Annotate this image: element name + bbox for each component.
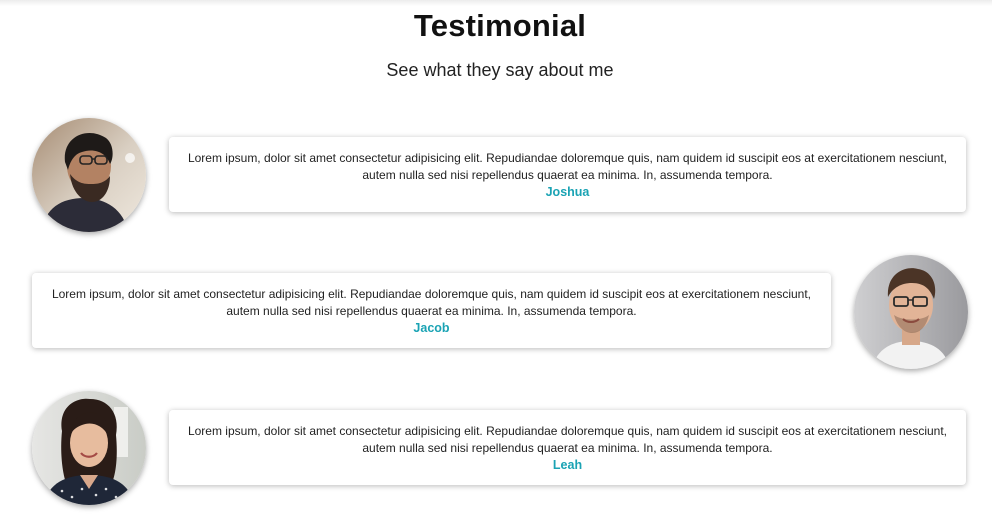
testimonial-card-joshua: Lorem ipsum, dolor sit amet consectetur …	[169, 137, 966, 212]
top-shade	[0, 0, 992, 6]
testimonial-text: Lorem ipsum, dolor sit amet consectetur …	[187, 151, 948, 182]
page-title: Testimonial	[413, 8, 587, 43]
smiling-woman-photo	[32, 391, 146, 505]
man-with-beard-photo	[32, 118, 146, 232]
avatar-joshua	[32, 118, 146, 232]
testimonial-author: Jacob	[413, 321, 450, 335]
testimonial-text: Lorem ipsum, dolor sit amet consectetur …	[51, 287, 812, 318]
avatar-jacob	[854, 255, 968, 369]
testimonial-author: Joshua	[545, 185, 590, 199]
avatar-leah	[32, 391, 146, 505]
page-subtitle: See what they say about me	[386, 60, 614, 80]
testimonial-card-jacob: Lorem ipsum, dolor sit amet consectetur …	[32, 273, 831, 348]
testimonial-text: Lorem ipsum, dolor sit amet consectetur …	[187, 424, 948, 455]
smiling-man-with-glasses-photo	[854, 255, 968, 369]
testimonial-card-leah: Lorem ipsum, dolor sit amet consectetur …	[169, 410, 966, 485]
testimonial-author: Leah	[552, 458, 583, 472]
